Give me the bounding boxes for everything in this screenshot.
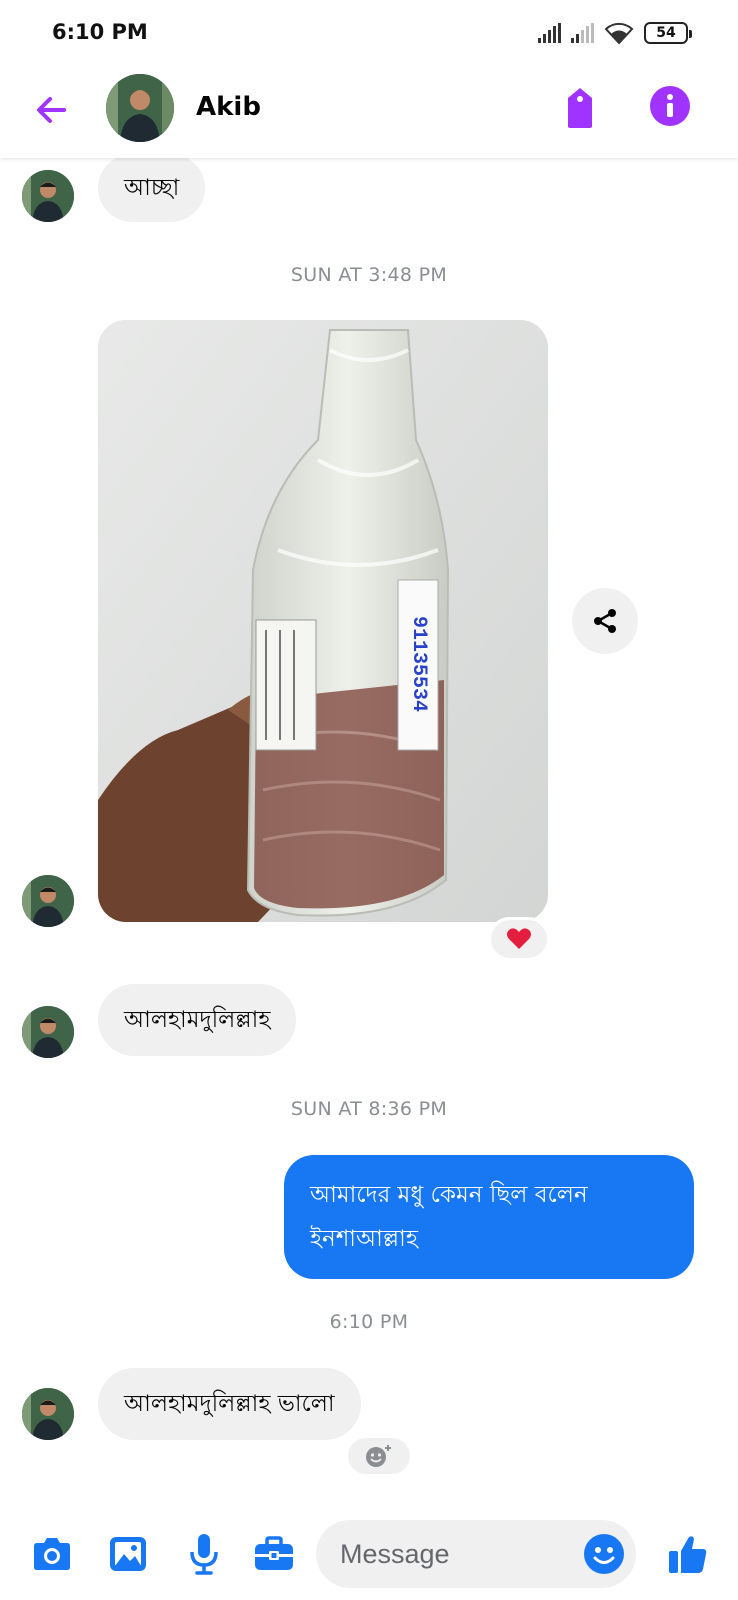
camera-button[interactable] bbox=[28, 1530, 76, 1578]
status-time: 6:10 PM bbox=[52, 20, 148, 44]
contact-name[interactable]: Akib bbox=[196, 92, 261, 122]
signal-icon bbox=[538, 23, 561, 43]
message-text: আমাদের মধু কেমন ছিল বলেন ইনশাআল্লাহ bbox=[310, 1182, 588, 1252]
message-text: আচ্ছা bbox=[124, 174, 180, 201]
conversation-header: Akib bbox=[0, 66, 738, 158]
contact-avatar-small[interactable] bbox=[22, 170, 74, 222]
message-bubble-outgoing[interactable]: আমাদের মধু কেমন ছিল বলেন ইনশাআল্লাহ bbox=[284, 1155, 694, 1279]
heart-reaction[interactable] bbox=[488, 917, 550, 961]
message-bubble-incoming[interactable]: আলহামদুলিল্লাহ bbox=[98, 984, 297, 1056]
status-bar: 6:10 PM 54 bbox=[0, 0, 738, 66]
message-text: আলহামদুলিল্লাহ ভালো bbox=[124, 1390, 335, 1417]
contact-avatar-small[interactable] bbox=[22, 875, 74, 927]
message-timestamp: SUN AT 3:48 PM bbox=[290, 264, 448, 286]
toolbox-icon bbox=[255, 1536, 293, 1570]
signal-2-icon bbox=[571, 23, 594, 43]
add-reaction-button[interactable] bbox=[345, 1435, 413, 1477]
gallery-icon bbox=[110, 1537, 146, 1571]
back-arrow-icon[interactable] bbox=[30, 88, 74, 132]
gallery-button[interactable] bbox=[104, 1530, 152, 1578]
message-timestamp: 6:10 PM bbox=[329, 1311, 409, 1333]
battery-icon: 54 bbox=[644, 22, 692, 44]
toolbox-button[interactable] bbox=[250, 1530, 298, 1578]
message-text: আলহামদুলিল্লাহ bbox=[124, 1006, 271, 1033]
share-button[interactable] bbox=[572, 588, 638, 654]
status-icons: 54 bbox=[538, 20, 692, 46]
message-timestamp: SUN AT 8:36 PM bbox=[290, 1098, 448, 1120]
heart-reaction-icon bbox=[507, 928, 531, 949]
emoji-button[interactable] bbox=[584, 1534, 624, 1574]
emoji-icon bbox=[593, 1547, 615, 1564]
info-icon[interactable] bbox=[650, 86, 690, 126]
tag-icon[interactable] bbox=[560, 84, 600, 132]
wifi-icon bbox=[604, 22, 634, 45]
share-icon bbox=[594, 609, 616, 633]
message-composer bbox=[0, 1510, 738, 1600]
honey-bottle-photo bbox=[98, 320, 548, 922]
add-reaction-icon bbox=[366, 1445, 391, 1467]
microphone-button[interactable] bbox=[180, 1530, 228, 1578]
message-bubble-incoming[interactable]: আচ্ছা bbox=[98, 154, 206, 222]
thumbs-up-button[interactable] bbox=[664, 1530, 712, 1578]
thumbs-up-icon bbox=[669, 1536, 707, 1573]
photo-message[interactable]: 91135534 bbox=[98, 320, 548, 922]
contact-avatar[interactable] bbox=[106, 74, 174, 142]
contact-avatar-small[interactable] bbox=[22, 1388, 74, 1440]
camera-icon bbox=[34, 1538, 70, 1570]
photo-label-text: 91135534 bbox=[407, 615, 430, 712]
microphone-icon bbox=[190, 1534, 218, 1575]
contact-avatar-small[interactable] bbox=[22, 1006, 74, 1058]
message-bubble-incoming[interactable]: আলহামদুলিল্লাহ ভালো bbox=[98, 1368, 361, 1440]
